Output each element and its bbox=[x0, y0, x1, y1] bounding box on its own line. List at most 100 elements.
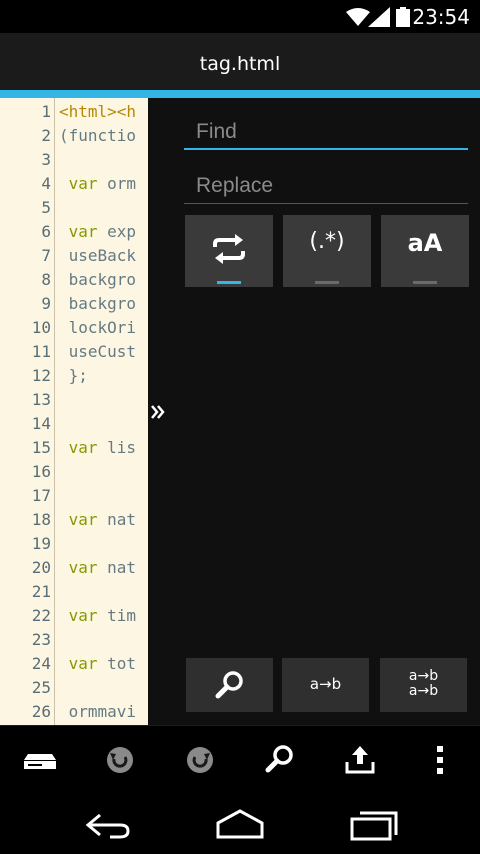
code-text: lockOri bbox=[59, 316, 136, 340]
battery-icon bbox=[396, 7, 410, 27]
status-bar: 23:54 bbox=[0, 0, 480, 33]
home-icon[interactable] bbox=[212, 805, 268, 845]
search-icon bbox=[215, 671, 243, 699]
line-number: 20 bbox=[31, 558, 51, 577]
line-number: 13 bbox=[31, 390, 51, 409]
code-line: 6 var exp bbox=[0, 220, 148, 244]
code-keyword: var bbox=[59, 174, 98, 193]
code-text: <html><h bbox=[59, 100, 136, 124]
repeat-icon bbox=[213, 234, 245, 264]
code-text: var exp bbox=[59, 220, 136, 244]
code-tag: <html><h bbox=[59, 102, 137, 121]
code-text: var tot bbox=[59, 652, 136, 676]
undo-icon[interactable] bbox=[100, 740, 140, 780]
replace-input[interactable]: Replace bbox=[184, 168, 468, 204]
code-text: useBack bbox=[59, 244, 136, 268]
code-line: 1 <html><h bbox=[0, 100, 148, 124]
regex-toggle[interactable]: (.*) bbox=[283, 215, 371, 287]
line-number: 5 bbox=[41, 198, 51, 217]
signal-icon bbox=[368, 7, 390, 27]
code-line: 13 bbox=[0, 388, 148, 412]
search-icon[interactable] bbox=[260, 740, 300, 780]
line-number: 22 bbox=[31, 606, 51, 625]
code-token: lis bbox=[97, 438, 137, 457]
code-line: 14 bbox=[0, 412, 148, 436]
code-keyword: var bbox=[59, 654, 98, 673]
line-number: 10 bbox=[31, 318, 51, 337]
code-token: nat bbox=[97, 510, 137, 529]
replace-all-label-bottom: a→b bbox=[408, 683, 439, 699]
code-token: }; bbox=[59, 366, 88, 385]
line-number: 11 bbox=[31, 342, 51, 361]
recent-apps-icon[interactable] bbox=[346, 805, 402, 845]
code-token: exp bbox=[97, 222, 137, 241]
find-input[interactable]: Find bbox=[184, 114, 468, 150]
bottom-toolbar bbox=[0, 725, 480, 789]
status-time: 23:54 bbox=[412, 5, 470, 29]
code-text: (functio bbox=[59, 124, 136, 148]
match-case-label: aA bbox=[407, 229, 443, 257]
find-button[interactable] bbox=[186, 658, 273, 712]
line-number: 16 bbox=[31, 462, 51, 481]
find-replace-panel: Find Replace (.*) aA a→b a→b a→b bbox=[148, 98, 480, 725]
title-bar: tag.html bbox=[0, 33, 480, 90]
code-line: 15 var lis bbox=[0, 436, 148, 460]
file-title: tag.html bbox=[199, 53, 281, 75]
drive-icon[interactable] bbox=[20, 740, 60, 780]
code-text: }; bbox=[59, 364, 88, 388]
code-line: 5 bbox=[0, 196, 148, 220]
match-case-toggle[interactable]: aA bbox=[381, 215, 469, 287]
code-token: tot bbox=[97, 654, 137, 673]
code-line: 8 backgro bbox=[0, 268, 148, 292]
code-token: nat bbox=[97, 558, 137, 577]
line-number: 25 bbox=[31, 678, 51, 697]
replace-all-button[interactable]: a→b a→b bbox=[380, 658, 467, 712]
code-line: 11 useCust bbox=[0, 340, 148, 364]
line-number: 12 bbox=[31, 366, 51, 385]
code-line: 26 ormmavi bbox=[0, 700, 148, 724]
wifi-icon bbox=[346, 8, 370, 26]
code-keyword: var bbox=[59, 558, 98, 577]
replace-button[interactable]: a→b bbox=[282, 658, 369, 712]
back-icon[interactable] bbox=[80, 805, 136, 845]
line-number: 1 bbox=[41, 102, 51, 121]
code-token: useBack bbox=[59, 246, 137, 265]
line-number: 23 bbox=[31, 630, 51, 649]
code-text: useCust bbox=[59, 340, 136, 364]
code-text: var tim bbox=[59, 604, 136, 628]
code-text: backgro bbox=[59, 268, 136, 292]
match-case-indicator bbox=[413, 281, 437, 284]
navigation-bar bbox=[0, 789, 480, 854]
redo-icon[interactable] bbox=[180, 740, 220, 780]
line-number: 8 bbox=[41, 270, 51, 289]
title-accent-bar bbox=[0, 90, 480, 98]
regex-indicator bbox=[315, 281, 339, 284]
share-icon[interactable] bbox=[340, 740, 380, 780]
code-line: 7 useBack bbox=[0, 244, 148, 268]
overflow-menu-icon[interactable] bbox=[420, 740, 460, 780]
code-line: 2 (functio bbox=[0, 124, 148, 148]
code-token: backgro bbox=[59, 270, 137, 289]
code-token: orm bbox=[97, 174, 137, 193]
line-number: 17 bbox=[31, 486, 51, 505]
line-number: 6 bbox=[41, 222, 51, 241]
code-line: 16 bbox=[0, 460, 148, 484]
code-text: var lis bbox=[59, 436, 136, 460]
find-placeholder: Find bbox=[196, 120, 237, 143]
line-number: 24 bbox=[31, 654, 51, 673]
collapse-panel-icon[interactable] bbox=[150, 400, 170, 424]
code-text: var orm bbox=[59, 172, 136, 196]
code-keyword: var bbox=[59, 222, 98, 241]
wrap-around-toggle[interactable] bbox=[185, 215, 273, 287]
code-line: 3 bbox=[0, 148, 148, 172]
code-line: 18 var nat bbox=[0, 508, 148, 532]
find-input-underline bbox=[184, 148, 468, 150]
line-number: 9 bbox=[41, 294, 51, 313]
code-line: 21 bbox=[0, 580, 148, 604]
line-number: 4 bbox=[41, 174, 51, 193]
code-line: 23 bbox=[0, 628, 148, 652]
code-keyword: var bbox=[59, 606, 98, 625]
code-editor[interactable]: 1 <html><h 2 (functio 3 4 var orm 5 6 var exp 7 … bbox=[0, 98, 148, 725]
code-text: backgro bbox=[59, 292, 136, 316]
line-number: 3 bbox=[41, 150, 51, 169]
